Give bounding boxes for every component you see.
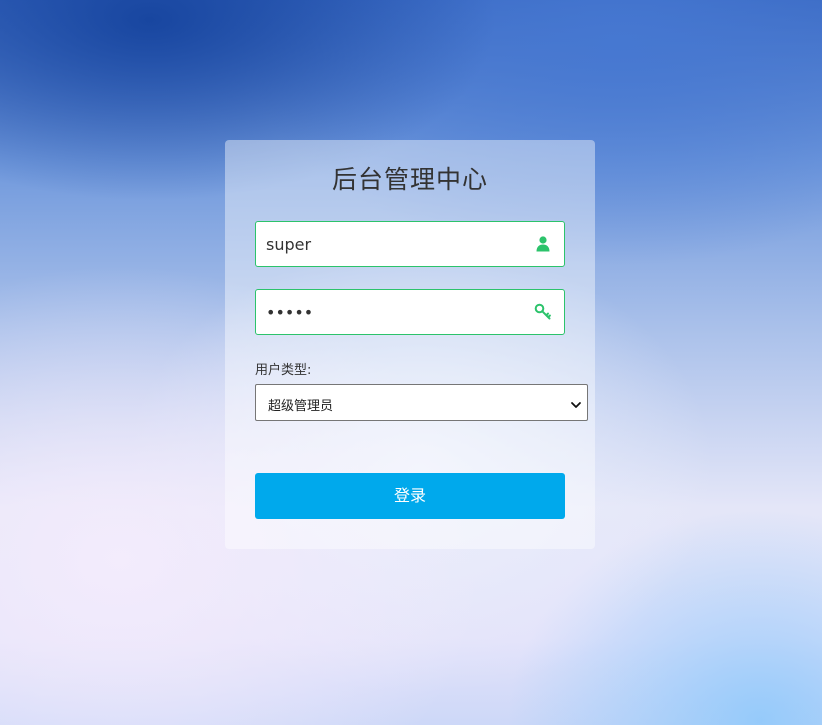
user-type-select[interactable]: 超级管理员 <box>255 384 588 421</box>
page-title: 后台管理中心 <box>331 165 488 194</box>
key-icon <box>534 303 552 321</box>
user-icon <box>534 235 552 253</box>
user-type-label: 用户类型: <box>255 363 312 378</box>
user-type-selected-value: 超级管理员 <box>268 399 334 414</box>
login-button[interactable]: 登录 <box>255 473 565 519</box>
chevron-down-icon <box>570 396 582 408</box>
password-input[interactable] <box>256 290 526 334</box>
password-field[interactable] <box>255 289 565 335</box>
login-panel: 后台管理中心 用户类型: 超级管理员 登录 <box>225 140 595 549</box>
username-field[interactable] <box>255 221 565 267</box>
username-input[interactable] <box>256 222 526 266</box>
